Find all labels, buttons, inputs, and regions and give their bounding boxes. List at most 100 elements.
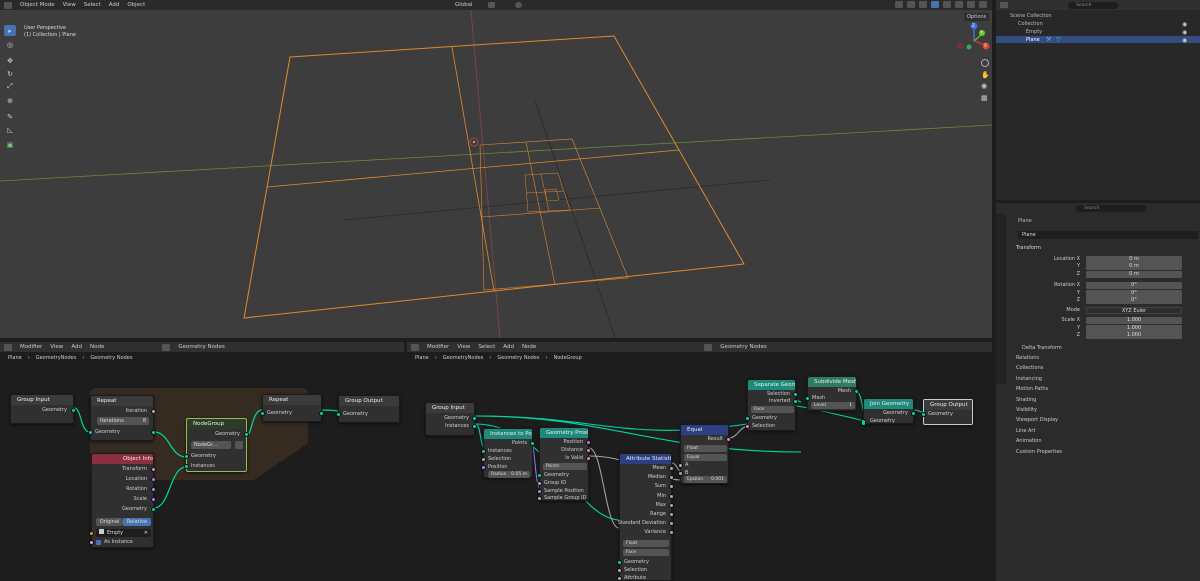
properties-section-header[interactable]: Viewport Display [1016,417,1058,423]
object-info-node[interactable]: Object Info Transform Location Rotation … [89,453,156,548]
input-socket[interactable] [745,424,750,429]
input-socket[interactable] [537,489,542,494]
group-input-node[interactable]: Group Input Geometry [10,394,76,424]
output-socket[interactable] [911,411,916,416]
add-cube-tool-icon[interactable]: ▣ [4,139,16,150]
input-socket[interactable] [617,576,622,581]
cursor-tool-icon[interactable]: ◎ [4,39,16,50]
iterations-field[interactable]: Iterations 8 [97,417,149,425]
rotation-z-field[interactable]: 0° [1086,297,1182,304]
output-socket[interactable] [669,466,674,471]
input-socket[interactable] [537,473,542,478]
instances-to-points-node[interactable]: Instances to Points Points Instances Sel… [481,428,535,478]
radius-field[interactable]: Radius 0.05 m [488,471,530,478]
transform-orientation-select[interactable]: Global [455,2,473,8]
properties-section-header[interactable]: Animation [1016,438,1042,444]
output-socket[interactable] [151,497,156,502]
output-socket[interactable] [530,441,535,446]
input-socket[interactable] [89,540,94,545]
join-geometry-node[interactable]: Join Geometry Geometry Geometry [861,398,916,426]
properties-section-header[interactable]: Custom Properties [1016,449,1062,455]
properties-section-header[interactable]: Shading [1016,397,1036,403]
delta-transform-section[interactable]: Delta Transform [1022,345,1062,351]
node-editor-right[interactable]: Modifier View Select Add Node Geometry N… [407,342,992,581]
geometry-proximity-node[interactable]: Geometry Proximity Position Distance Is … [537,427,591,501]
input-socket[interactable] [861,419,866,426]
input-socket[interactable] [537,481,542,486]
measure-tool-icon[interactable]: ◺ [4,124,16,135]
nodegroup-select[interactable]: NodeGr... [191,441,231,449]
separate-geometry-node[interactable]: Separate Geometry Selection Inverted Fac… [745,379,798,431]
collection-item[interactable]: Collection [1018,21,1043,27]
input-socket[interactable] [260,411,265,416]
output-socket[interactable] [854,389,859,394]
as-instance-checkbox[interactable] [96,540,101,545]
data-type-select[interactable]: Float [623,540,669,547]
output-socket[interactable] [151,477,156,482]
input-socket[interactable] [678,471,683,476]
output-socket[interactable] [586,440,591,445]
transform-tool-icon[interactable]: ⊕ [4,95,16,106]
rotation-x-field[interactable]: 0° [1086,282,1182,289]
location-z-field[interactable]: 0 m [1086,271,1182,278]
domain-select[interactable]: Face [751,406,794,413]
transform-section-header[interactable]: Transform [1016,245,1041,251]
object-select[interactable]: Empty ✕ [96,529,151,537]
zoom-icon[interactable] [981,59,989,67]
rotation-mode-select[interactable]: XYZ Euler [1086,307,1182,314]
original-toggle[interactable]: Original [96,518,123,526]
target-element-select[interactable]: Points [543,463,587,470]
scale-tool-icon[interactable]: ⤢ [4,81,16,92]
input-socket[interactable] [745,416,750,421]
output-socket[interactable] [151,467,156,472]
output-socket[interactable] [586,456,591,461]
proportional-edit-icon[interactable] [515,2,522,8]
properties-section-header[interactable]: Instancing [1016,376,1042,382]
subdivide-mesh-node[interactable]: Subdivide Mesh Mesh Mesh Level 1 [805,376,859,411]
visibility-eye-icon[interactable]: ◉ [1182,37,1187,44]
menu-add[interactable]: Add [109,2,120,8]
output-socket[interactable] [71,408,76,413]
input-socket[interactable] [481,465,486,470]
input-socket[interactable] [617,560,622,565]
input-socket[interactable] [184,454,189,459]
compare-type-select[interactable]: Float [684,445,727,452]
outliner-item-empty[interactable]: Empty [1026,29,1042,35]
output-socket[interactable] [669,493,674,499]
input-socket[interactable] [184,464,189,469]
output-socket[interactable] [669,512,674,517]
visibility-eye-icon[interactable]: ◉ [1182,21,1187,28]
properties-section-header[interactable]: Collections [1016,365,1043,371]
input-socket[interactable] [88,430,93,435]
rotate-tool-icon[interactable]: ↻ [4,68,16,79]
magnet-icon[interactable] [488,2,495,8]
visibility-eye-icon[interactable]: ◉ [1182,29,1187,36]
select-tool-icon[interactable]: ▸ [4,25,16,36]
object-name-field[interactable]: Plane [1018,231,1198,239]
outliner-search-input[interactable]: Search [1068,2,1118,9]
output-socket[interactable] [244,432,249,437]
output-socket[interactable] [151,487,156,492]
move-tool-icon[interactable]: ✥ [4,55,16,66]
domain-select[interactable]: Face [623,549,669,556]
menu-object[interactable]: Object [127,2,145,8]
properties-section-header[interactable]: Line Art [1016,428,1035,434]
editor-type-icon[interactable] [4,1,12,9]
shading-buttons[interactable] [895,1,990,9]
attribute-statistic-node[interactable]: Attribute Statistic Mean Median Sum Min Max R… [617,453,674,581]
output-socket[interactable] [151,430,156,435]
group-output-node[interactable]: Group Output Geometry [336,395,400,423]
output-socket[interactable] [151,507,156,512]
grid-view-icon[interactable]: ▦ [981,94,988,102]
input-socket[interactable] [89,531,94,536]
viewport-3d[interactable]: Object Mode View Select Add Object Globa… [0,0,992,338]
output-socket[interactable] [151,409,156,414]
repeat-output-node[interactable]: Repeat Geometry [260,394,324,422]
input-socket[interactable] [481,449,486,454]
equal-compare-node[interactable]: Equal Result Float Equal A B Epsilon 0.00… [678,424,731,484]
properties-section-header[interactable]: Visibility [1016,407,1037,413]
outliner-filter-icon[interactable] [1000,2,1008,8]
relative-toggle[interactable]: Relative [123,518,151,526]
input-socket[interactable] [921,412,926,417]
menu-view[interactable]: View [63,2,76,8]
